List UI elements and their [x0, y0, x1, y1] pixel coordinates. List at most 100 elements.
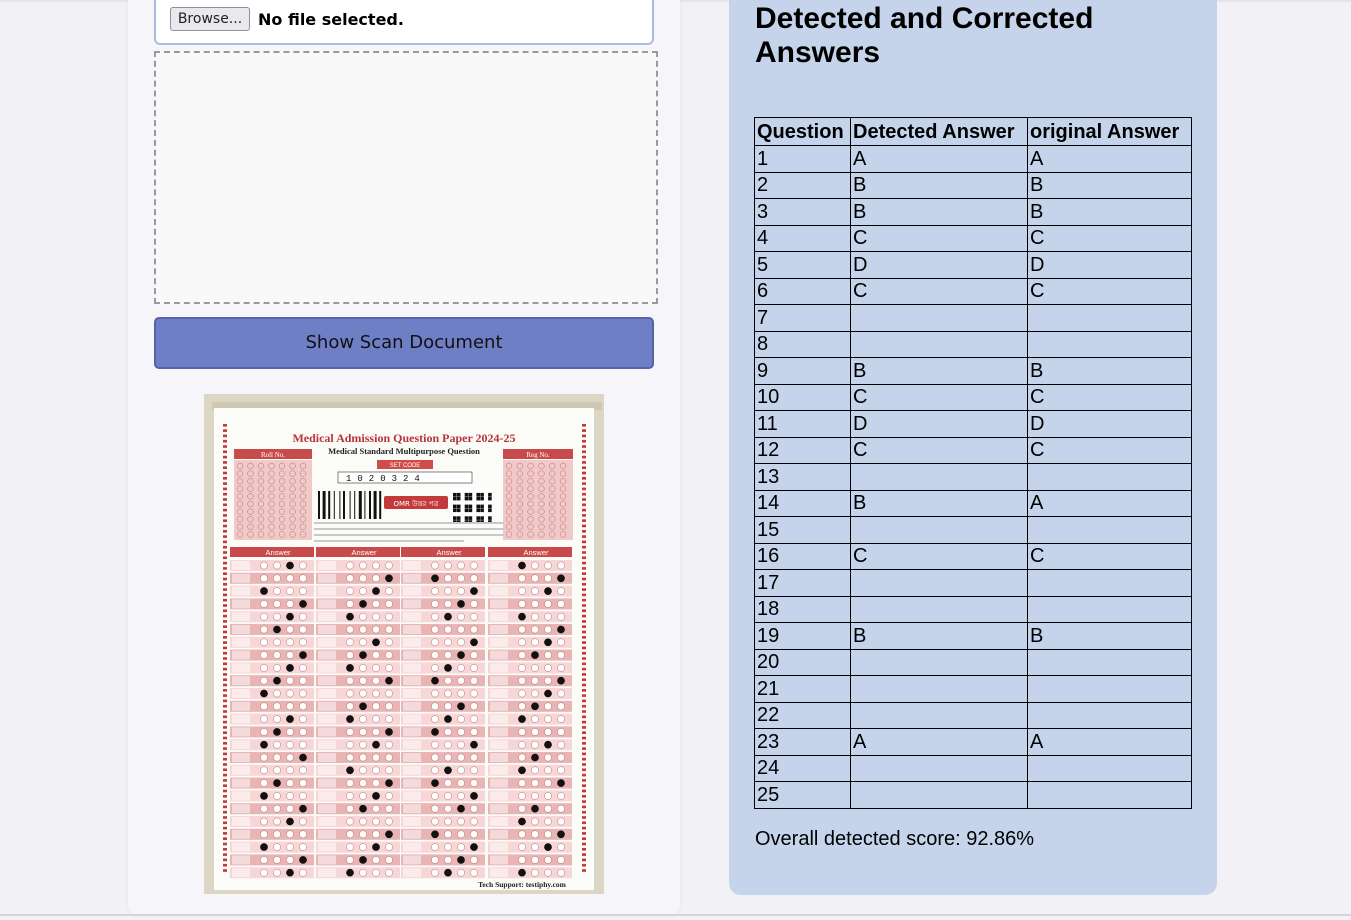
original-answer-cell: C: [1027, 224, 1192, 252]
question-number-cell: 23: [754, 728, 851, 756]
table-row: 25: [754, 781, 1192, 809]
question-number-cell: 6: [754, 277, 851, 305]
scanned-omr-sheet-image: Medical Admission Question Paper 2024-25…: [204, 394, 604, 894]
detected-answer-cell: C: [850, 436, 1028, 464]
table-row: 21: [754, 675, 1192, 703]
question-number-cell: 17: [754, 569, 851, 597]
detected-answer-cell: C: [850, 542, 1028, 570]
original-answer-cell: [1027, 595, 1192, 623]
question-number-cell: 22: [754, 701, 851, 729]
table-row: 22: [754, 701, 1192, 729]
question-number-cell: 5: [754, 251, 851, 279]
detected-answer-cell: D: [850, 251, 1028, 279]
question-number-cell: 21: [754, 675, 851, 703]
table-row: 8: [754, 330, 1192, 358]
omr-subtitle: Medical Standard Multipurpose Question: [328, 446, 480, 456]
detected-answer-cell: A: [850, 728, 1028, 756]
table-row: 11 D D: [754, 410, 1192, 438]
question-number-cell: 20: [754, 648, 851, 676]
table-row: 10 C C: [754, 383, 1192, 411]
original-answer-cell: B: [1027, 171, 1192, 199]
omr-badge: OMR উত্তর পত্র: [393, 499, 439, 508]
question-number-cell: 15: [754, 516, 851, 544]
overall-score: Overall detected score: 92.86%: [755, 828, 1035, 850]
original-answer-cell: A: [1027, 145, 1192, 173]
show-scan-document-button[interactable]: Show Scan Document: [154, 317, 654, 369]
detected-answer-cell: [850, 701, 1028, 729]
original-answer-cell: [1027, 754, 1192, 782]
detected-answer-cell: [850, 648, 1028, 676]
original-answer-cell: B: [1027, 198, 1192, 226]
detected-answer-cell: C: [850, 224, 1028, 252]
table-row: 24: [754, 754, 1192, 782]
question-number-cell: 8: [754, 330, 851, 358]
table-row: 5DD: [754, 251, 1192, 279]
table-row: 9BB: [754, 357, 1192, 385]
table-row: 6CC: [754, 277, 1192, 305]
detected-answer-cell: A: [850, 145, 1028, 173]
omr-set-code-label: SET CODE: [390, 463, 421, 469]
original-answer-cell: D: [1027, 251, 1192, 279]
question-number-cell: 4: [754, 224, 851, 252]
table-row: 4CC: [754, 224, 1192, 252]
question-number-cell: 19: [754, 622, 851, 650]
table-row: 18: [754, 595, 1192, 623]
table-row: 16 C C: [754, 542, 1192, 570]
original-answer-cell: [1027, 675, 1192, 703]
detected-answer-cell: [850, 463, 1028, 491]
table-row: 23 A A: [754, 728, 1192, 756]
omr-reg-label: Reg No.: [526, 451, 550, 459]
browse-button[interactable]: Browse...: [170, 7, 250, 31]
question-number-cell: 7: [754, 304, 851, 332]
original-answer-cell: B: [1027, 357, 1192, 385]
original-answer-cell: D: [1027, 410, 1192, 438]
question-number-cell: 10: [754, 383, 851, 411]
detected-answer-cell: B: [850, 489, 1028, 517]
question-number-cell: 11: [754, 410, 851, 438]
question-number-cell: 13: [754, 463, 851, 491]
original-answer-cell: [1027, 463, 1192, 491]
original-answer-cell: A: [1027, 489, 1192, 517]
original-answer-cell: C: [1027, 436, 1192, 464]
detected-answer-cell: [850, 516, 1028, 544]
table-row: 19 B B: [754, 622, 1192, 650]
results-title: Detected and Corrected Answers: [755, 2, 1094, 69]
question-number-cell: 9: [754, 357, 851, 385]
omr-answer-column-header: Answer: [436, 548, 462, 557]
table-row: 15: [754, 516, 1192, 544]
table-row: 3BB: [754, 198, 1192, 226]
header-question: Question: [754, 117, 851, 146]
detected-answer-cell: C: [850, 383, 1028, 411]
omr-answer-column-header: Answer: [351, 548, 377, 557]
original-answer-cell: [1027, 648, 1192, 676]
omr-footer: Tech Support: testiphy.com: [478, 880, 567, 889]
original-answer-cell: A: [1027, 728, 1192, 756]
table-row: 17: [754, 569, 1192, 597]
question-number-cell: 24: [754, 754, 851, 782]
table-row: 7: [754, 304, 1192, 332]
detected-answer-cell: B: [850, 171, 1028, 199]
question-number-cell: 3: [754, 198, 851, 226]
table-row: 2BB: [754, 171, 1192, 199]
table-row: 20: [754, 648, 1192, 676]
omr-title: Medical Admission Question Paper 2024-25: [292, 431, 515, 445]
detected-answer-cell: [850, 675, 1028, 703]
detected-answer-cell: D: [850, 410, 1028, 438]
detected-answer-cell: [850, 330, 1028, 358]
detected-answer-cell: B: [850, 198, 1028, 226]
detected-answer-cell: B: [850, 357, 1028, 385]
question-number-cell: 16: [754, 542, 851, 570]
preview-dropzone[interactable]: [154, 51, 658, 304]
detected-answer-cell: C: [850, 277, 1028, 305]
table-row: 13: [754, 463, 1192, 491]
original-answer-cell: [1027, 569, 1192, 597]
file-input[interactable]: Browse... No file selected.: [154, 0, 654, 45]
window-bottom-border: [0, 914, 1351, 916]
original-answer-cell: [1027, 304, 1192, 332]
file-status-text: No file selected.: [258, 10, 404, 29]
answers-table: Question Detected Answer original Answer…: [754, 117, 1192, 809]
question-number-cell: 12: [754, 436, 851, 464]
original-answer-cell: B: [1027, 622, 1192, 650]
table-header-row: Question Detected Answer original Answer: [754, 117, 1192, 146]
question-number-cell: 2: [754, 171, 851, 199]
